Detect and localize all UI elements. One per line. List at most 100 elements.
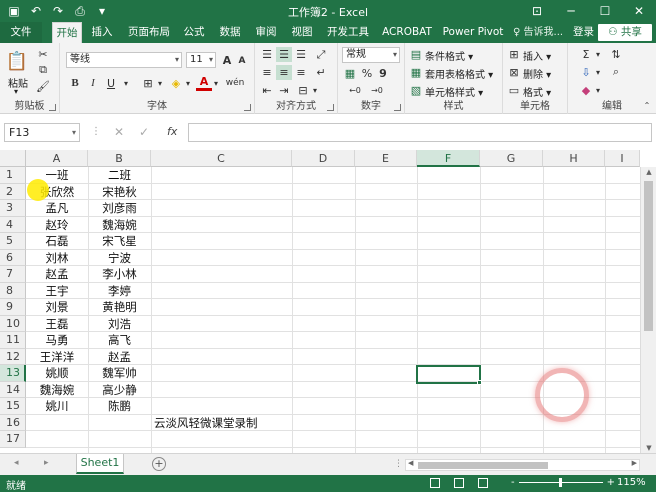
column-header-a[interactable]: A <box>26 150 88 167</box>
zoom-level[interactable]: 115% <box>617 477 646 488</box>
row-header-6[interactable]: 6 <box>0 249 26 266</box>
fill-color-icon[interactable]: ◈ <box>168 75 184 91</box>
cell-b8[interactable]: 李婷 <box>88 283 151 300</box>
worksheet-grid[interactable]: A B C D E F G H I 1 一班 二班 2 张欣然 宋艳秋 3 孟凡 刘彦雨 4 赵玲魏… <box>0 150 656 453</box>
clipboard-launcher-icon[interactable] <box>49 104 56 111</box>
column-header-b[interactable]: B <box>88 150 151 167</box>
row-header-13[interactable]: 13 <box>0 365 26 382</box>
alignment-launcher-icon[interactable] <box>327 104 334 111</box>
cell-a4[interactable]: 赵玲 <box>26 217 88 234</box>
tab-power-pivot[interactable]: Power Pivot <box>442 22 504 43</box>
share-button[interactable]: ⚇ 共享 <box>598 24 652 41</box>
font-color-dropdown-icon[interactable]: ▾ <box>212 75 220 91</box>
grow-font-icon[interactable]: A <box>220 52 234 68</box>
font-launcher-icon[interactable] <box>244 104 251 111</box>
column-header-d[interactable]: D <box>292 150 355 167</box>
row-header-16[interactable]: 16 <box>0 414 26 431</box>
shrink-font-icon[interactable]: A <box>236 54 248 68</box>
formula-input[interactable] <box>188 123 652 142</box>
middle-align-icon[interactable]: ☰ <box>276 47 292 62</box>
cell-b1[interactable]: 二班 <box>88 167 151 184</box>
row-header-17[interactable]: 17 <box>0 431 26 448</box>
cell-c16[interactable]: 云淡风轻微课堂录制 <box>151 415 351 432</box>
cell-b16[interactable] <box>88 415 151 432</box>
sheet-tab-sheet1[interactable]: Sheet1 <box>76 454 124 474</box>
cell-a3[interactable]: 孟凡 <box>26 200 88 217</box>
row-header-2[interactable]: 2 <box>0 183 26 200</box>
find-select-icon[interactable]: ⌕ <box>608 65 624 79</box>
bottom-align-icon[interactable]: ☰ <box>293 47 309 62</box>
cut-icon[interactable]: ✂ <box>36 47 50 61</box>
fill-handle[interactable] <box>477 380 482 385</box>
row-header-9[interactable]: 9 <box>0 299 26 316</box>
cell-b2[interactable]: 宋艳秋 <box>88 184 151 201</box>
cell-b13[interactable]: 魏军帅 <box>88 365 151 382</box>
font-size-select[interactable]: 11 ▾ <box>186 52 216 68</box>
ribbon-display-icon[interactable]: ⊡ <box>520 0 554 22</box>
bold-button[interactable]: B <box>68 75 82 91</box>
row-header-1[interactable]: 1 <box>0 167 26 184</box>
decrease-decimal-icon[interactable]: →0 <box>368 83 386 98</box>
cell-a13[interactable]: 姚顺 <box>26 365 88 382</box>
wrap-text-icon[interactable]: ↵ <box>313 65 329 80</box>
increase-decimal-icon[interactable]: ←0 <box>346 83 364 98</box>
sheet-prev-icon[interactable]: ◂ <box>14 458 19 468</box>
column-header-g[interactable]: G <box>480 150 543 167</box>
delete-cells-button[interactable]: 删除 ▾ <box>523 66 551 81</box>
new-sheet-button[interactable]: + <box>152 457 166 471</box>
zoom-slider-knob[interactable] <box>558 478 562 487</box>
cell-b10[interactable]: 刘浩 <box>88 316 151 333</box>
scroll-left-icon[interactable]: ◀ <box>408 459 413 467</box>
cell-b15[interactable]: 陈鹏 <box>88 398 151 415</box>
tab-developer[interactable]: 开发工具 <box>324 22 372 43</box>
zoom-in-button[interactable]: + <box>607 477 615 488</box>
tab-home[interactable]: 开始 <box>52 22 82 43</box>
italic-button[interactable]: I <box>86 75 100 91</box>
cancel-entry-icon[interactable]: ✕ <box>114 125 124 139</box>
row-header-10[interactable]: 10 <box>0 315 26 332</box>
clear-icon[interactable]: ◆ <box>578 83 594 97</box>
sort-filter-icon[interactable]: ⇅ <box>608 47 624 61</box>
cell-a16[interactable] <box>26 415 88 432</box>
vertical-scrollbar[interactable]: ▲ ▼ <box>640 167 656 453</box>
merge-dropdown-icon[interactable]: ▾ <box>311 83 319 98</box>
clear-dropdown-icon[interactable]: ▾ <box>594 83 602 97</box>
tab-splitter-icon[interactable]: ⋮ <box>394 459 403 469</box>
format-as-table-button[interactable]: 套用表格格式 ▾ <box>425 66 493 81</box>
cell-b7[interactable]: 李小林 <box>88 266 151 283</box>
tab-acrobat[interactable]: ACROBAT <box>378 22 436 43</box>
column-header-h[interactable]: H <box>543 150 605 167</box>
zoom-slider[interactable] <box>518 478 603 487</box>
align-left-icon[interactable]: ≡ <box>259 65 275 80</box>
number-format-select[interactable]: 常规 ▾ <box>342 47 400 63</box>
insert-function-icon[interactable]: fx <box>167 125 177 138</box>
vertical-scroll-thumb[interactable] <box>644 181 653 331</box>
cell-a5[interactable]: 石磊 <box>26 233 88 250</box>
phonetic-guide-icon[interactable]: wén <box>226 75 245 91</box>
underline-button[interactable]: U <box>104 75 118 91</box>
fill-icon[interactable]: ⇩ <box>578 65 594 79</box>
tab-data[interactable]: 数据 <box>216 22 244 43</box>
sign-in-link[interactable]: 登录 <box>573 22 594 43</box>
autosum-dropdown-icon[interactable]: ▾ <box>594 47 602 61</box>
align-center-icon[interactable]: ≡ <box>276 65 292 80</box>
column-header-e[interactable]: E <box>355 150 417 167</box>
row-header-3[interactable]: 3 <box>0 200 26 217</box>
row-header-12[interactable]: 12 <box>0 348 26 365</box>
underline-dropdown-icon[interactable]: ▾ <box>122 75 130 91</box>
cell-a6[interactable]: 刘林 <box>26 250 88 267</box>
sheet-next-icon[interactable]: ▸ <box>44 458 49 468</box>
comma-style-button[interactable]: 9 <box>376 65 390 81</box>
active-cell-selection[interactable] <box>416 365 481 384</box>
decrease-indent-icon[interactable]: ⇤ <box>259 83 275 98</box>
horizontal-scroll-thumb[interactable] <box>418 462 548 469</box>
font-name-select[interactable]: 等线 ▾ <box>66 52 182 68</box>
borders-icon[interactable]: ⊞ <box>140 75 156 91</box>
scroll-down-icon[interactable]: ▼ <box>641 444 656 452</box>
row-header-5[interactable]: 5 <box>0 233 26 250</box>
paste-dropdown-icon[interactable]: ▾ <box>14 87 18 96</box>
row-header-14[interactable]: 14 <box>0 381 26 398</box>
normal-view-icon[interactable] <box>430 478 440 488</box>
fill-color-dropdown-icon[interactable]: ▾ <box>184 75 192 91</box>
copy-icon[interactable]: ⧉ <box>36 63 50 77</box>
